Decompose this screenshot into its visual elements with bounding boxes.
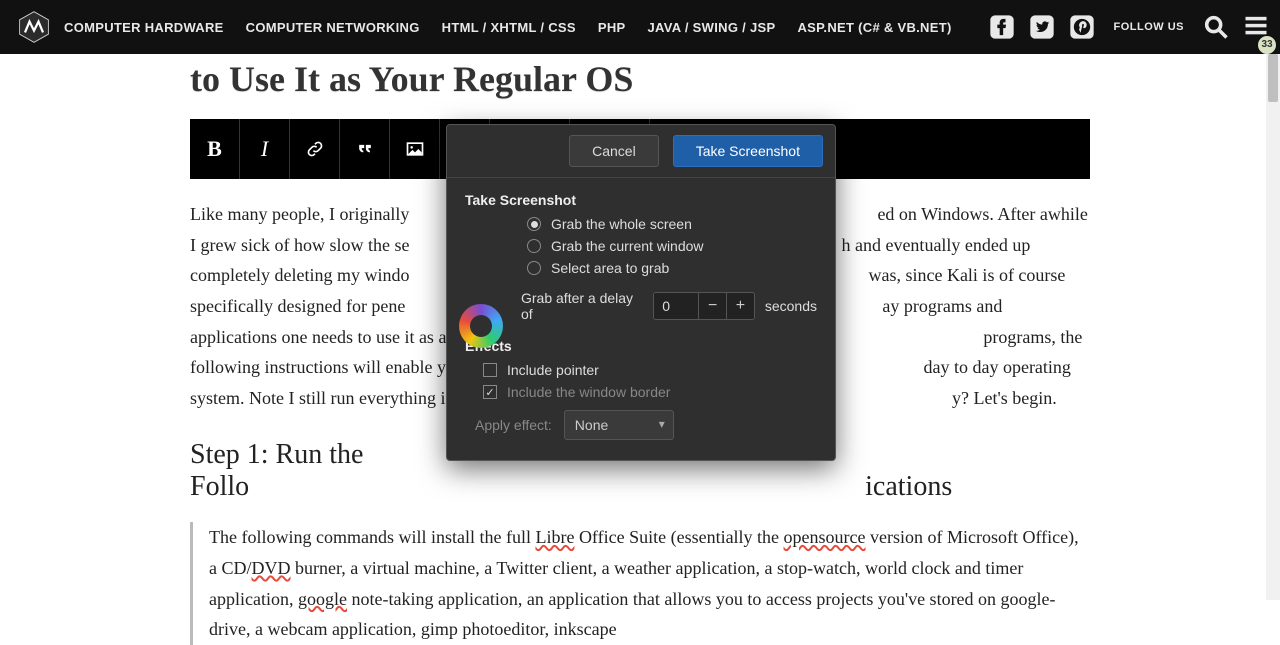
- site-logo[interactable]: [16, 9, 52, 45]
- screenshot-app-icon: [459, 304, 503, 348]
- delay-prefix-label: Grab after a delay of: [521, 290, 643, 322]
- apply-effect-label: Apply effect:: [475, 417, 552, 433]
- link-button[interactable]: [290, 119, 340, 179]
- checkbox-icon: [483, 385, 497, 399]
- nav-item-php[interactable]: PHP: [598, 20, 626, 35]
- screenshot-dialog: Cancel Take Screenshot Take Screenshot G…: [446, 124, 836, 461]
- radio-icon: [527, 239, 541, 253]
- notification-badge: 33: [1258, 36, 1276, 54]
- link-opensource[interactable]: opensource: [784, 527, 866, 547]
- delay-spinner: − +: [653, 292, 755, 320]
- radio-label: Grab the whole screen: [551, 216, 692, 232]
- take-screenshot-section-title: Take Screenshot: [465, 192, 817, 208]
- radio-current-window[interactable]: Grab the current window: [527, 238, 817, 254]
- step-1-quote: The following commands will install the …: [190, 522, 1090, 644]
- search-icon[interactable]: [1202, 13, 1230, 41]
- link-google[interactable]: google: [298, 589, 347, 609]
- scrollbar-thumb[interactable]: [1268, 54, 1278, 102]
- scrollbar-track[interactable]: [1266, 54, 1280, 600]
- nav-item-aspnet[interactable]: ASP.NET (C# & VB.NET): [797, 20, 951, 35]
- checkbox-icon: [483, 363, 497, 377]
- delay-increment-button[interactable]: +: [726, 293, 754, 319]
- apply-effect-row: Apply effect: None: [475, 410, 817, 440]
- radio-icon: [527, 217, 541, 231]
- bold-button[interactable]: B: [190, 119, 240, 179]
- radio-label: Grab the current window: [551, 238, 704, 254]
- radio-icon: [527, 261, 541, 275]
- effects-section-title: Effects: [465, 338, 817, 354]
- delay-row: Grab after a delay of − + seconds: [521, 290, 817, 322]
- nav-item-html[interactable]: HTML / XHTML / CSS: [442, 20, 576, 35]
- nav-item-networking[interactable]: COMPUTER NETWORKING: [246, 20, 420, 35]
- checkbox-include-pointer[interactable]: Include pointer: [483, 362, 817, 378]
- checkbox-label: Include the window border: [507, 384, 670, 400]
- menu-button[interactable]: 33: [1242, 11, 1270, 44]
- radio-whole-screen[interactable]: Grab the whole screen: [527, 216, 817, 232]
- cancel-button[interactable]: Cancel: [569, 135, 659, 167]
- radio-label: Select area to grab: [551, 260, 669, 276]
- delay-decrement-button[interactable]: −: [698, 293, 726, 319]
- nav-links: COMPUTER HARDWARE COMPUTER NETWORKING HT…: [64, 20, 952, 35]
- twitter-icon[interactable]: [1028, 13, 1056, 41]
- dialog-header: Cancel Take Screenshot: [447, 125, 835, 178]
- link-dvd[interactable]: DVD: [252, 558, 291, 578]
- nav-item-java[interactable]: JAVA / SWING / JSP: [647, 20, 775, 35]
- top-navbar: COMPUTER HARDWARE COMPUTER NETWORKING HT…: [0, 0, 1280, 54]
- dialog-body: Take Screenshot Grab the whole screen Gr…: [447, 178, 835, 460]
- take-screenshot-button[interactable]: Take Screenshot: [673, 135, 823, 167]
- article-title: to Use It as Your Regular OS: [190, 58, 1090, 101]
- quote-button[interactable]: [340, 119, 390, 179]
- delay-suffix-label: seconds: [765, 298, 817, 314]
- image-button[interactable]: [390, 119, 440, 179]
- delay-input[interactable]: [654, 293, 698, 319]
- nav-item-hardware[interactable]: COMPUTER HARDWARE: [64, 20, 224, 35]
- italic-button[interactable]: I: [240, 119, 290, 179]
- pinterest-icon[interactable]: [1068, 13, 1096, 41]
- topbar-right: FOLLOW US 33: [988, 11, 1271, 44]
- checkbox-include-border: Include the window border: [483, 384, 817, 400]
- follow-us-label: FOLLOW US: [1114, 21, 1185, 33]
- link-libre[interactable]: Libre: [535, 527, 574, 547]
- hamburger-icon: [1242, 11, 1270, 39]
- facebook-icon[interactable]: [988, 13, 1016, 41]
- apply-effect-select: None: [564, 410, 674, 440]
- radio-select-area[interactable]: Select area to grab: [527, 260, 817, 276]
- checkbox-label: Include pointer: [507, 362, 599, 378]
